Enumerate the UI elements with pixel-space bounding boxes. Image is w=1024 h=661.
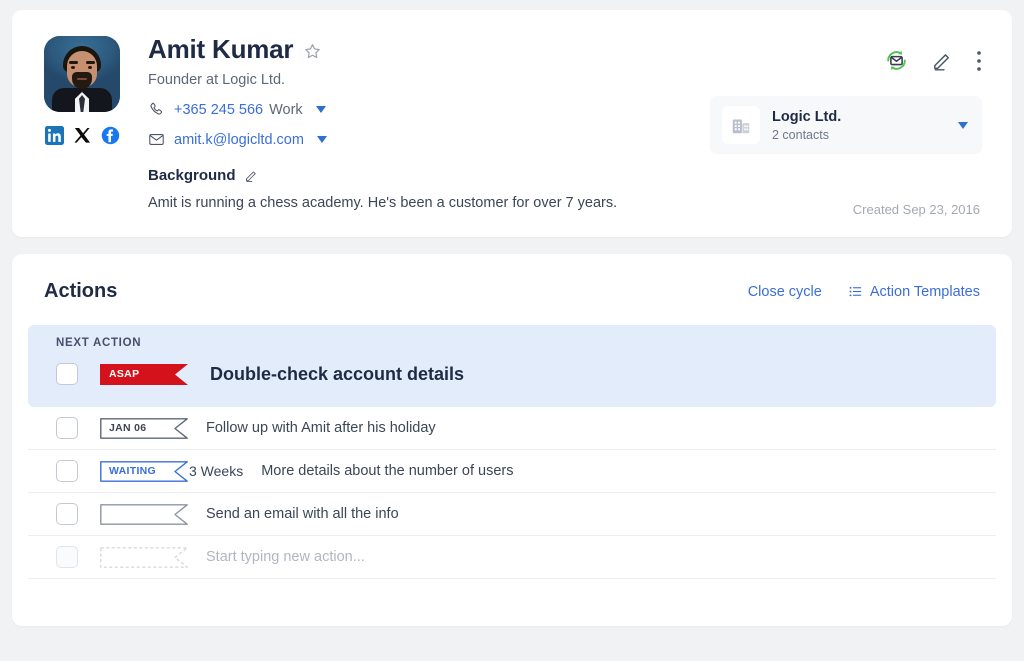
action-templates-button[interactable]: Action Templates [848, 284, 980, 300]
more-vertical-icon[interactable] [976, 50, 982, 72]
avatar [44, 36, 120, 112]
phone-link[interactable]: +365 245 566 [174, 102, 263, 118]
company-text: Logic Ltd. 2 contacts [772, 109, 954, 142]
company-chip[interactable]: Logic Ltd. 2 contacts [710, 96, 982, 154]
phone-dropdown-caret[interactable] [315, 106, 326, 114]
next-action-label: NEXT ACTION [56, 337, 142, 350]
avatar-column [44, 34, 148, 211]
action-tag-empty[interactable] [100, 503, 188, 525]
contact-card: Amit Kumar Founder at Logic Ltd. +365 24… [12, 10, 1012, 238]
action-tag-asap[interactable]: ASAP [100, 363, 188, 385]
action-tag-waiting[interactable]: WAITING [100, 460, 188, 482]
action-tag-label [100, 547, 109, 568]
company-logo [722, 106, 760, 144]
actions-card: Actions Close cycle Action Templates NEX… [12, 254, 1012, 627]
contact-name: Amit Kumar [148, 34, 294, 64]
action-tag-label: WAITING [109, 465, 157, 478]
action-checkbox[interactable] [56, 546, 78, 569]
action-checkbox[interactable] [56, 417, 78, 440]
pencil-icon[interactable] [244, 168, 259, 183]
building-icon [732, 119, 750, 134]
star-icon[interactable] [303, 42, 322, 61]
close-cycle-button[interactable]: Close cycle [748, 284, 822, 300]
new-action-input[interactable]: Start typing new action... [206, 549, 365, 565]
actions-header: Actions Close cycle Action Templates [12, 280, 1012, 303]
name-row: Amit Kumar [148, 34, 980, 64]
actions-title: Actions [44, 280, 118, 303]
email-link[interactable]: amit.k@logicltd.com [174, 132, 304, 148]
facebook-icon[interactable] [101, 126, 120, 145]
next-action-band: NEXT ACTION ASAP Double-check account de… [28, 325, 996, 408]
list-icon [849, 287, 861, 297]
action-title[interactable]: Double-check account details [210, 364, 464, 385]
background-header: Background [148, 167, 980, 184]
action-row[interactable]: JAN 06 Follow up with Amit after his hol… [28, 407, 996, 451]
pencil-icon[interactable] [931, 49, 954, 72]
social-links [44, 126, 148, 145]
action-title[interactable]: Follow up with Amit after his holiday [206, 420, 436, 436]
email-dropdown-caret[interactable] [316, 136, 327, 144]
next-action-row[interactable]: ASAP Double-check account details [28, 357, 996, 391]
contact-toolbar [884, 48, 982, 73]
actions-toolbar: Close cycle Action Templates [748, 284, 980, 300]
linkedin-icon[interactable] [45, 126, 64, 145]
action-checkbox[interactable] [56, 460, 78, 483]
ribbon-flag-icon [100, 546, 188, 568]
envelope-icon [149, 134, 164, 146]
background-label: Background [148, 167, 236, 185]
action-tag-label: ASAP [109, 368, 140, 381]
phone-icon [150, 103, 163, 115]
action-tag-date[interactable]: JAN 06 [100, 417, 188, 439]
x-icon[interactable] [73, 126, 92, 145]
company-contacts-count: 2 contacts [772, 127, 829, 142]
new-action-row[interactable]: Start typing new action... [28, 536, 996, 580]
action-tag-label: JAN 06 [109, 422, 147, 435]
company-dropdown-caret[interactable] [958, 121, 968, 129]
action-checkbox[interactable] [56, 363, 78, 386]
action-row[interactable]: Send an email with all the info [28, 493, 996, 537]
close-cycle-label: Close cycle [747, 283, 822, 300]
phone-type: Work [269, 101, 303, 118]
company-name: Logic Ltd. [772, 108, 842, 125]
created-date: Created Sep 23, 2016 [852, 202, 980, 217]
ribbon-flag-icon [100, 503, 188, 525]
action-duration: 3 Weeks [189, 463, 244, 480]
action-tag-label [100, 504, 109, 525]
page-root: Amit Kumar Founder at Logic Ltd. +365 24… [0, 0, 1024, 661]
action-list: JAN 06 Follow up with Amit after his hol… [12, 407, 1012, 580]
action-row[interactable]: WAITING 3 Weeks More details about the n… [28, 450, 996, 494]
action-title[interactable]: Send an email with all the info [206, 506, 399, 522]
action-checkbox[interactable] [56, 503, 78, 526]
sync-email-icon[interactable] [884, 48, 909, 73]
contact-subtitle: Founder at Logic Ltd. [148, 72, 286, 89]
action-templates-label: Action Templates [869, 283, 980, 300]
action-title[interactable]: More details about the number of users [261, 463, 513, 479]
action-tag-empty[interactable] [100, 546, 188, 568]
